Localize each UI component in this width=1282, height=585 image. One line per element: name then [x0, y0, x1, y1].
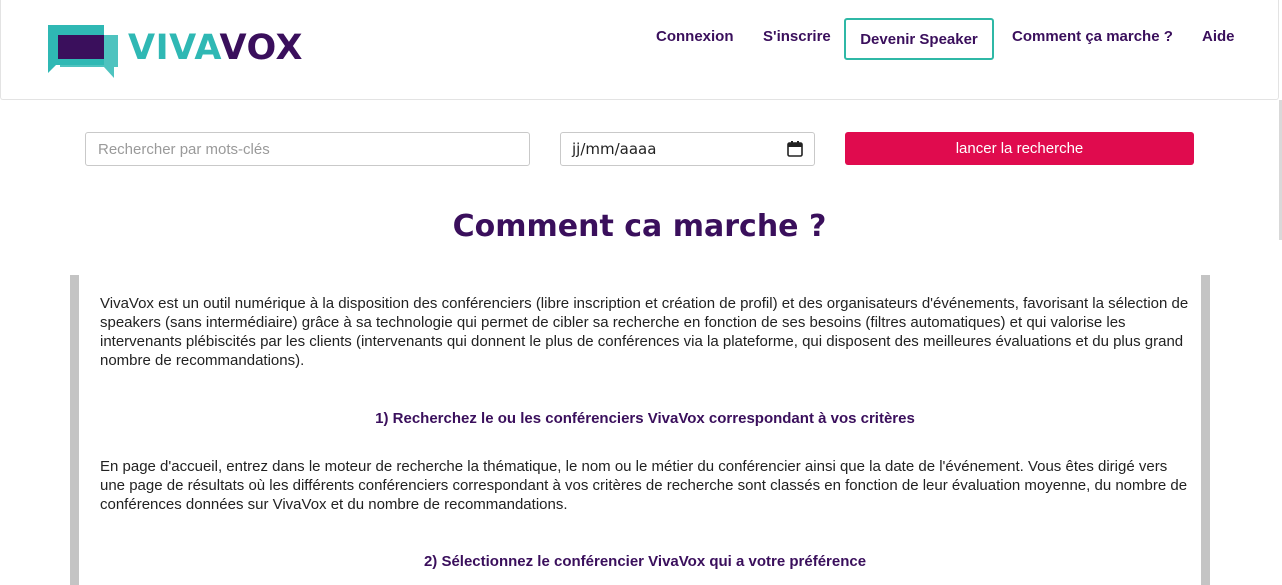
nav-how-it-works-link[interactable]: Comment ça marche ? [1012, 28, 1173, 46]
how-it-works-content: VivaVox est un outil numérique à la disp… [70, 275, 1210, 585]
nav-signup-link[interactable]: S'inscrire [763, 28, 831, 46]
event-date-input[interactable]: jj/mm/aaaa [560, 132, 815, 166]
brand-wordmark: VIVAVOX [128, 29, 303, 67]
page-title: Comment ca marche ? [452, 209, 827, 244]
calendar-icon[interactable] [787, 141, 803, 157]
nav-login-link[interactable]: Connexion [656, 28, 734, 46]
launch-search-button[interactable]: lancer la recherche [845, 132, 1194, 165]
keyword-search-input[interactable]: Rechercher par mots-clés [85, 132, 530, 166]
date-placeholder: jj/mm/aaaa [572, 140, 657, 158]
become-speaker-button[interactable]: Devenir Speaker [844, 18, 994, 60]
step1-paragraph: En page d'accueil, entrez dans le moteur… [100, 458, 1188, 513]
intro-paragraph: VivaVox est un outil numérique à la disp… [100, 295, 1189, 369]
brand-part-vox: VOX [219, 28, 304, 68]
keyword-search-placeholder: Rechercher par mots-clés [98, 140, 270, 158]
site-header: VIVAVOX Connexion S'inscrire Devenir Spe… [0, 0, 1279, 100]
step2-heading: 2) Sélectionnez le conférencier VivaVox … [423, 553, 867, 570]
vivavox-logo[interactable]: VIVAVOX [48, 23, 303, 79]
nav-help-link[interactable]: Aide [1202, 28, 1235, 46]
step1-heading: 1) Recherchez le ou les conférenciers Vi… [375, 410, 915, 427]
speech-bubbles-icon [48, 25, 118, 78]
brand-part-viva: VIVA [128, 28, 220, 68]
